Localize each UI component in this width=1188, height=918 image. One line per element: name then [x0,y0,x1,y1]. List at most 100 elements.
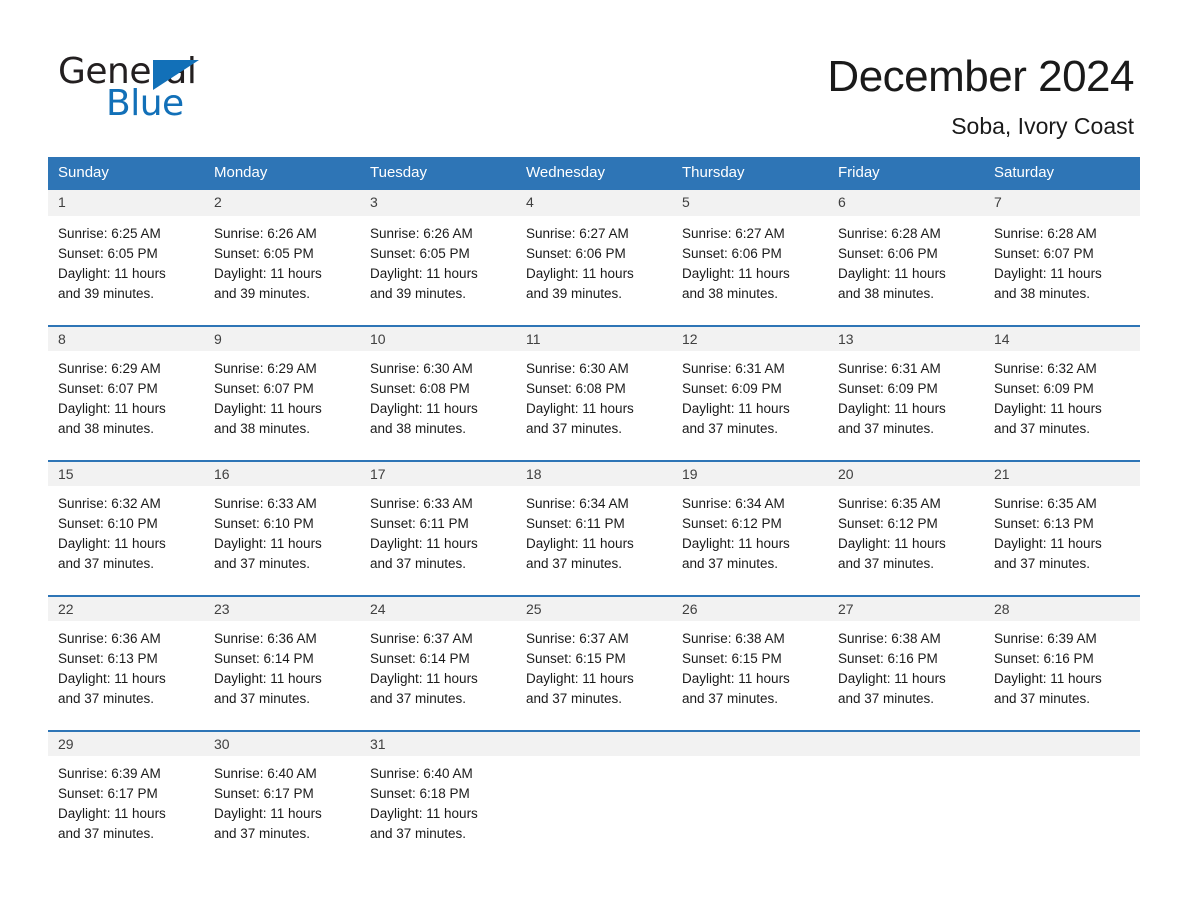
calendar-day-cell[interactable]: 23 Sunrise: 6:36 AM Sunset: 6:14 PM Dayligh… [204,595,360,730]
calendar-day-cell[interactable]: 14 Sunrise: 6:32 AM Sunset: 6:09 PM Dayligh… [984,325,1140,460]
day-number: 30 [204,730,360,756]
sunrise-time: Sunrise: 6:35 AM [838,496,941,511]
calendar-day-cell[interactable]: 25 Sunrise: 6:37 AM Sunset: 6:15 PM Dayligh… [516,595,672,730]
calendar-day-cell[interactable]: 9 Sunrise: 6:29 AM Sunset: 6:07 PM Daylight… [204,325,360,460]
calendar-day-cell[interactable]: 27 Sunrise: 6:38 AM Sunset: 6:16 PM Dayligh… [828,595,984,730]
day-number: 24 [360,595,516,621]
daylight-duration-line2: and 37 minutes. [214,826,311,841]
weekday-header-monday: Monday [204,157,360,190]
sunrise-time: Sunrise: 6:29 AM [58,361,161,376]
daylight-duration-line1: Daylight: 11 hours [58,266,166,281]
day-cell-inner: 4 Sunrise: 6:27 AM Sunset: 6:06 PM Daylight… [516,190,672,325]
calendar-day-cell[interactable]: 24 Sunrise: 6:37 AM Sunset: 6:14 PM Dayligh… [360,595,516,730]
sunset-time: Sunset: 6:05 PM [58,246,158,261]
calendar-day-cell[interactable]: 3 Sunrise: 6:26 AM Sunset: 6:05 PM Daylight… [360,190,516,325]
calendar-day-cell[interactable]: 2 Sunrise: 6:26 AM Sunset: 6:05 PM Daylight… [204,190,360,325]
calendar-day-cell[interactable]: 21 Sunrise: 6:35 AM Sunset: 6:13 PM Dayligh… [984,460,1140,595]
daylight-duration-line1: Daylight: 11 hours [994,536,1102,551]
daylight-duration-line2: and 39 minutes. [370,286,467,301]
calendar-day-cell[interactable]: 1 Sunrise: 6:25 AM Sunset: 6:05 PM Daylight… [48,190,204,325]
calendar-day-cell[interactable]: 10 Sunrise: 6:30 AM Sunset: 6:08 PM Dayligh… [360,325,516,460]
day-number: 3 [360,190,516,216]
sunrise-time: Sunrise: 6:26 AM [214,226,317,241]
day-cell-details: Sunrise: 6:28 AM Sunset: 6:07 PM Daylight:… [984,216,1140,304]
sunset-time: Sunset: 6:06 PM [838,246,938,261]
sunset-time: Sunset: 6:15 PM [682,651,782,666]
sunrise-time: Sunrise: 6:30 AM [370,361,473,376]
calendar-day-cell[interactable]: 30 Sunrise: 6:40 AM Sunset: 6:17 PM Dayligh… [204,730,360,865]
calendar-day-cell[interactable]: 6 Sunrise: 6:28 AM Sunset: 6:06 PM Daylight… [828,190,984,325]
calendar-day-cell[interactable]: 15 Sunrise: 6:32 AM Sunset: 6:10 PM Dayligh… [48,460,204,595]
daylight-duration-line1: Daylight: 11 hours [370,671,478,686]
calendar-day-cell[interactable]: 22 Sunrise: 6:36 AM Sunset: 6:13 PM Dayligh… [48,595,204,730]
calendar-container: Sunday Monday Tuesday Wednesday Thursday Frid… [48,157,1140,865]
daylight-duration-line2: and 38 minutes. [214,421,311,436]
day-number: 18 [516,460,672,486]
day-number: 29 [48,730,204,756]
day-number: 28 [984,595,1140,621]
calendar-week-row: 15 Sunrise: 6:32 AM Sunset: 6:10 PM Dayligh… [48,460,1140,595]
sunset-time: Sunset: 6:18 PM [370,786,470,801]
daylight-duration-line1: Daylight: 11 hours [838,266,946,281]
calendar-day-cell[interactable]: 13 Sunrise: 6:31 AM Sunset: 6:09 PM Dayligh… [828,325,984,460]
calendar-day-cell[interactable]: 11 Sunrise: 6:30 AM Sunset: 6:08 PM Dayligh… [516,325,672,460]
sunrise-time: Sunrise: 6:30 AM [526,361,629,376]
daylight-duration-line1: Daylight: 11 hours [370,266,478,281]
calendar-day-cell[interactable]: 29 Sunrise: 6:39 AM Sunset: 6:17 PM Dayligh… [48,730,204,865]
sunrise-time: Sunrise: 6:29 AM [214,361,317,376]
weekday-header-row: Sunday Monday Tuesday Wednesday Thursday Frid… [48,157,1140,190]
day-cell-inner: 24 Sunrise: 6:37 AM Sunset: 6:14 PM Dayligh… [360,595,516,730]
day-cell-details: Sunrise: 6:30 AM Sunset: 6:08 PM Daylight:… [516,351,672,439]
calendar-day-cell[interactable]: 28 Sunrise: 6:39 AM Sunset: 6:16 PM Dayligh… [984,595,1140,730]
daylight-duration-line2: and 37 minutes. [682,421,779,436]
daylight-duration-line1: Daylight: 11 hours [526,266,634,281]
daylight-duration-line1: Daylight: 11 hours [214,806,322,821]
sunrise-time: Sunrise: 6:33 AM [214,496,317,511]
day-cell-details: Sunrise: 6:35 AM Sunset: 6:13 PM Daylight:… [984,486,1140,574]
sunrise-time: Sunrise: 6:39 AM [994,631,1097,646]
sunset-time: Sunset: 6:11 PM [526,516,625,531]
day-cell-inner [672,730,828,865]
general-blue-logo[interactable]: General Blue [58,52,318,130]
calendar-day-cell[interactable]: 12 Sunrise: 6:31 AM Sunset: 6:09 PM Dayligh… [672,325,828,460]
day-cell-inner: 17 Sunrise: 6:33 AM Sunset: 6:11 PM Dayligh… [360,460,516,595]
daylight-duration-line2: and 38 minutes. [58,421,155,436]
day-number: 4 [516,190,672,216]
daylight-duration-line2: and 37 minutes. [994,556,1091,571]
day-cell-details: Sunrise: 6:33 AM Sunset: 6:11 PM Daylight:… [360,486,516,574]
sunset-time: Sunset: 6:10 PM [58,516,158,531]
daylight-duration-line1: Daylight: 11 hours [370,401,478,416]
sunset-time: Sunset: 6:06 PM [682,246,782,261]
sunrise-time: Sunrise: 6:37 AM [370,631,473,646]
day-cell-details: Sunrise: 6:29 AM Sunset: 6:07 PM Daylight:… [204,351,360,439]
calendar-day-cell[interactable]: 26 Sunrise: 6:38 AM Sunset: 6:15 PM Dayligh… [672,595,828,730]
calendar-day-cell[interactable]: 4 Sunrise: 6:27 AM Sunset: 6:06 PM Daylight… [516,190,672,325]
day-number: 2 [204,190,360,216]
day-number: 1 [48,190,204,216]
calendar-day-cell-empty [516,730,672,865]
sunset-time: Sunset: 6:16 PM [994,651,1094,666]
daylight-duration-line2: and 37 minutes. [58,556,155,571]
sunset-time: Sunset: 6:15 PM [526,651,626,666]
day-cell-inner: 12 Sunrise: 6:31 AM Sunset: 6:09 PM Dayligh… [672,325,828,460]
day-cell-details: Sunrise: 6:27 AM Sunset: 6:06 PM Daylight:… [672,216,828,304]
calendar-day-cell[interactable]: 20 Sunrise: 6:35 AM Sunset: 6:12 PM Dayligh… [828,460,984,595]
daylight-duration-line2: and 37 minutes. [838,556,935,571]
calendar-day-cell-empty [672,730,828,865]
calendar-week-row: 22 Sunrise: 6:36 AM Sunset: 6:13 PM Dayligh… [48,595,1140,730]
day-number: 8 [48,325,204,351]
calendar-day-cell[interactable]: 19 Sunrise: 6:34 AM Sunset: 6:12 PM Dayligh… [672,460,828,595]
calendar-day-cell[interactable]: 17 Sunrise: 6:33 AM Sunset: 6:11 PM Dayligh… [360,460,516,595]
calendar-day-cell[interactable]: 7 Sunrise: 6:28 AM Sunset: 6:07 PM Daylight… [984,190,1140,325]
calendar-day-cell-empty [984,730,1140,865]
calendar-day-cell[interactable]: 5 Sunrise: 6:27 AM Sunset: 6:06 PM Daylight… [672,190,828,325]
calendar-day-cell[interactable]: 8 Sunrise: 6:29 AM Sunset: 6:07 PM Daylight… [48,325,204,460]
day-number: 10 [360,325,516,351]
calendar-day-cell[interactable]: 16 Sunrise: 6:33 AM Sunset: 6:10 PM Dayligh… [204,460,360,595]
calendar-day-cell[interactable]: 18 Sunrise: 6:34 AM Sunset: 6:11 PM Dayligh… [516,460,672,595]
sunset-time: Sunset: 6:05 PM [370,246,470,261]
sunset-time: Sunset: 6:09 PM [838,381,938,396]
calendar-day-cell[interactable]: 31 Sunrise: 6:40 AM Sunset: 6:18 PM Dayligh… [360,730,516,865]
day-cell-details: Sunrise: 6:26 AM Sunset: 6:05 PM Daylight:… [204,216,360,304]
weekday-header-sunday: Sunday [48,157,204,190]
